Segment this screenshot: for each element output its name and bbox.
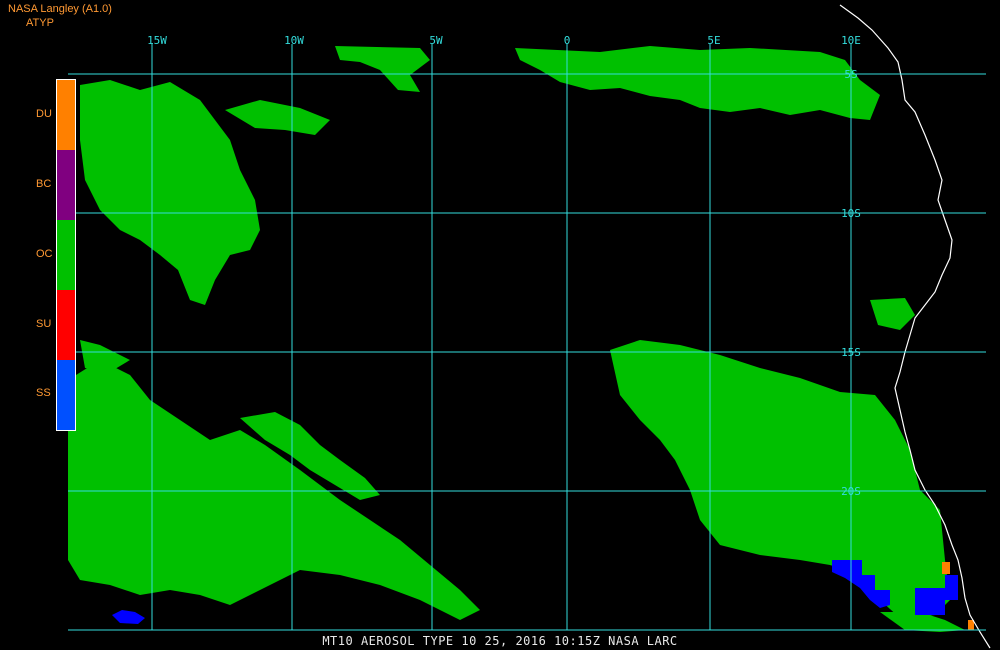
lon-label: 10E [841,34,861,47]
lon-label: 5W [429,34,443,47]
product-label: ATYP [26,17,54,29]
legend-label-du: DU [36,108,52,120]
legend-label-ss: SS [36,387,51,399]
legend-swatch-su [57,290,75,360]
du-region-coast [942,562,950,574]
lat-label: 10S [841,207,861,220]
legend-label-oc: OC [36,248,53,260]
aerosol-map: 15W 10W 5W 0 5E 10E 5S 10S 15S 20S [0,0,1000,650]
du-region-south [968,620,974,630]
lon-label: 15W [147,34,167,47]
legend-swatch-oc [57,220,75,290]
legend-label-bc: BC [36,178,52,190]
legend-label-su: SU [36,318,52,330]
lat-label: 20S [841,485,861,498]
lat-label: 5S [844,68,857,81]
lon-label: 10W [284,34,304,47]
legend-swatch-du [57,80,75,150]
lon-label: 0 [564,34,571,47]
lat-label: 15S [841,346,861,359]
legend-swatch-bc [57,150,75,220]
source-label: NASA Langley (A1.0) [8,3,112,15]
lon-label: 5E [707,34,720,47]
color-legend [56,79,76,431]
legend-swatch-ss [57,360,75,430]
map-caption: MT10 AEROSOL TYPE 10 25, 2016 10:15Z NAS… [322,634,678,648]
